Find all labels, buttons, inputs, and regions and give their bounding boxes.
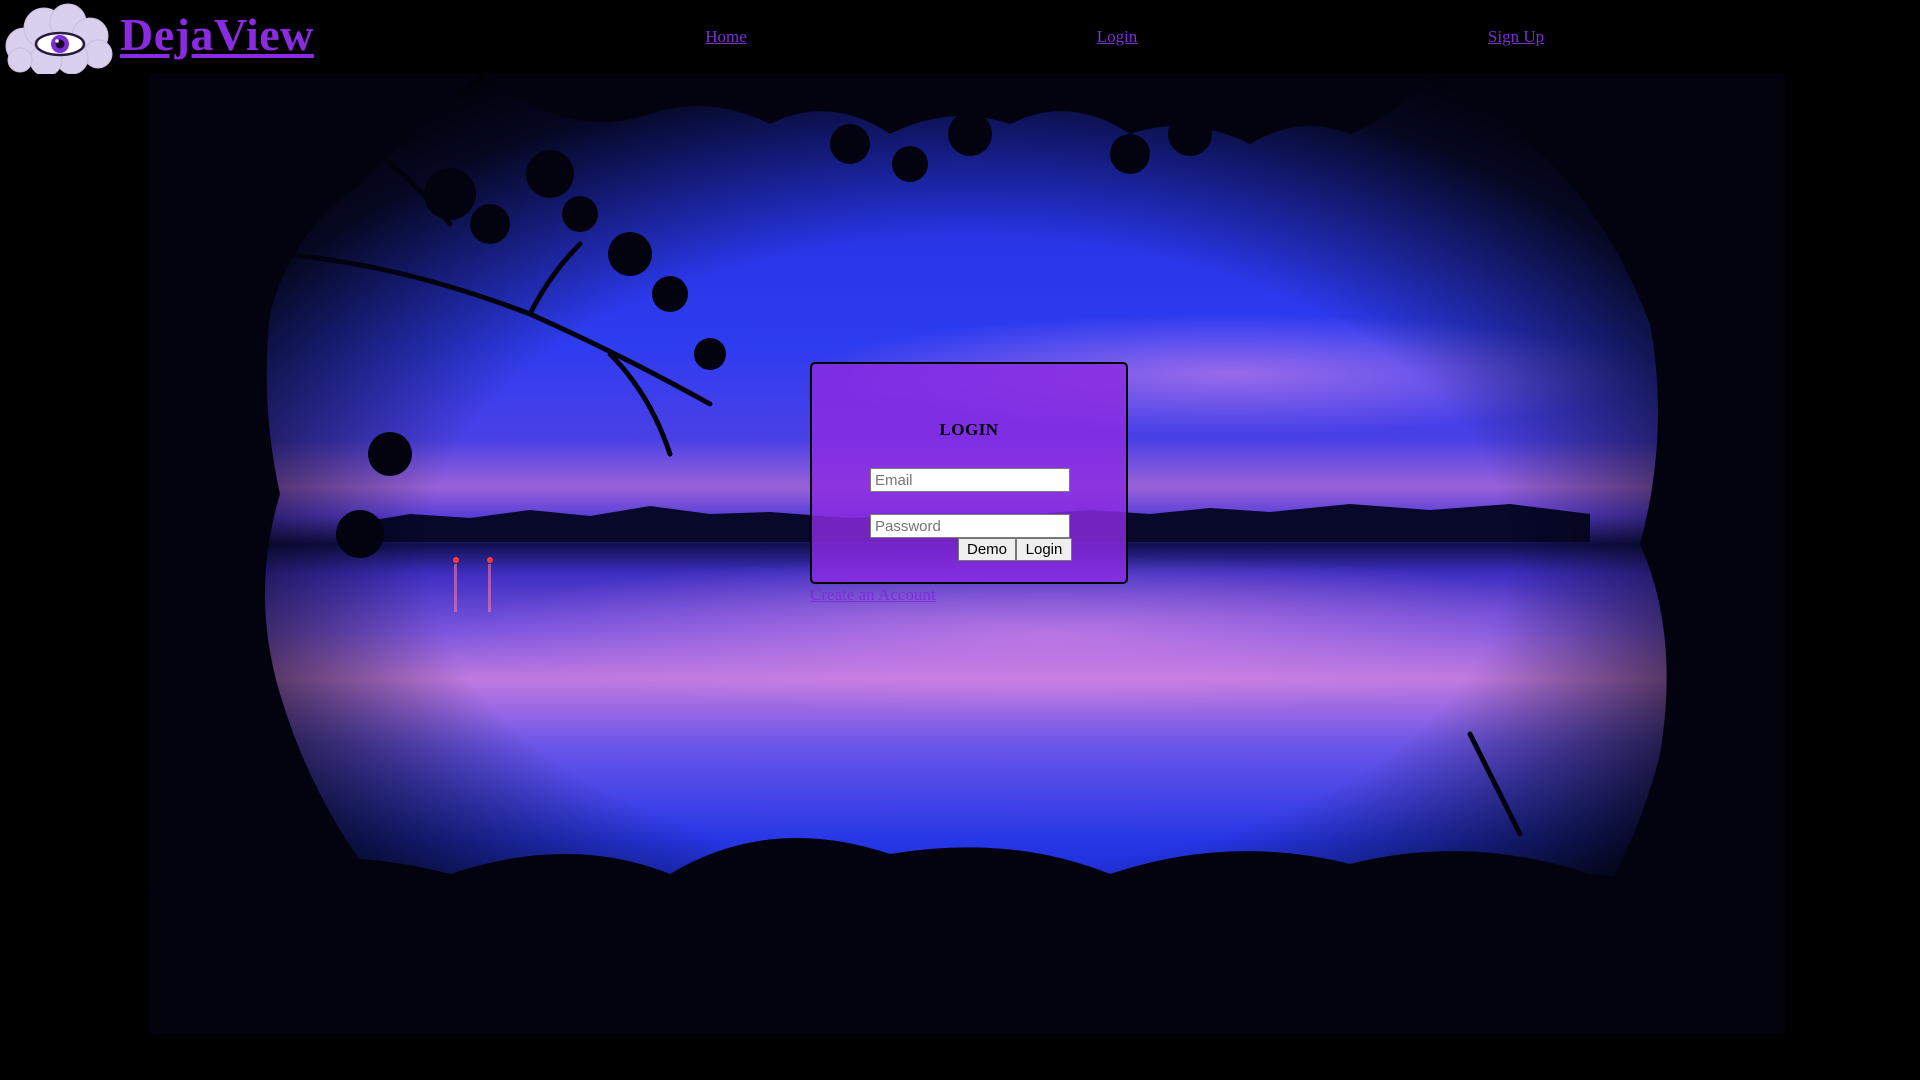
page: DejaView Home Login Sign Up LOGIN Email …	[0, 0, 1920, 1080]
email-field[interactable]	[870, 468, 1070, 492]
site-header: DejaView Home Login Sign Up	[0, 0, 1920, 74]
login-card: LOGIN Demo Login	[810, 362, 1128, 584]
login-submit-button[interactable]: Login	[1016, 538, 1072, 561]
eye-cloud-icon	[5, 3, 113, 74]
logo-link[interactable]: DejaView	[0, 0, 320, 74]
brand-name[interactable]: DejaView	[120, 9, 314, 61]
create-account-link[interactable]: Create an Account	[810, 585, 936, 605]
nav-signup-link[interactable]: Sign Up	[1488, 27, 1544, 47]
nav-home-link[interactable]: Home	[705, 27, 747, 47]
nav-login-link[interactable]: Login	[1097, 27, 1138, 47]
password-field[interactable]	[870, 514, 1070, 538]
demo-button[interactable]: Demo	[958, 538, 1016, 561]
login-title: LOGIN	[939, 420, 999, 439]
